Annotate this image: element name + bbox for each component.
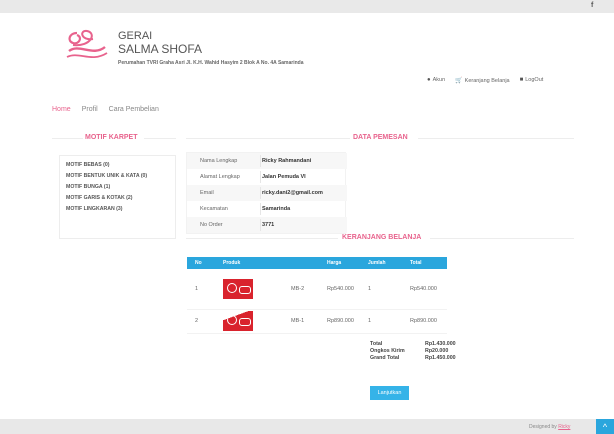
category-item[interactable]: MOTIF GARIS & KOTAK (2) <box>66 193 169 204</box>
main-nav: Home Profil Cara Pembelian <box>52 106 159 113</box>
category-list: MOTIF BEBAS (0) MOTIF BENTUK UNIK & KATA… <box>59 155 176 239</box>
category-item[interactable]: MOTIF BUNGA (1) <box>66 182 169 193</box>
nav-home[interactable]: Home <box>52 106 71 113</box>
brand-line2: SALMA SHOFA <box>118 42 203 56</box>
col-harga: Harga <box>319 257 360 269</box>
footer-credit: Designed by Ricky <box>529 424 571 430</box>
cart-table: No Produk Harga Jumlah Total 1 MB-2 Rp54… <box>187 257 447 334</box>
order-row: No Order 3771 <box>187 217 347 233</box>
facebook-icon[interactable]: f <box>591 2 593 9</box>
category-item[interactable]: MOTIF BEBAS (0) <box>66 160 169 171</box>
order-summary: Total Rp1.430.000 Ongkos Kirim Rp20.000 Gr… <box>370 341 456 361</box>
grand-total-value: Rp1.450.000 <box>425 355 456 361</box>
col-jumlah: Jumlah <box>360 257 402 269</box>
user-icon: ● <box>427 77 431 83</box>
order-details: Nama Lengkap Ricky Rahmandani Alamat Len… <box>186 152 347 234</box>
scroll-top-icon[interactable]: ^ <box>596 419 614 434</box>
continue-button[interactable]: Lanjutkan <box>370 386 409 400</box>
logout-link[interactable]: ■ LogOut <box>520 77 544 84</box>
sidebar-title: MOTIF KARPET <box>85 134 138 141</box>
divider <box>186 138 350 139</box>
table-row: 2 MB-1 Rp890.000 1 Rp890.000 <box>187 309 447 334</box>
nav-profil[interactable]: Profil <box>82 106 98 113</box>
divider <box>430 238 574 239</box>
col-produk: Produk <box>215 257 283 269</box>
cart-icon: 🛒 <box>455 78 463 84</box>
account-link[interactable]: ● Akun <box>427 77 445 84</box>
divider <box>186 238 338 239</box>
store-address: Perumahan TVRI Graha Asri Jl. K.H. Wahid… <box>118 60 304 66</box>
col-no: No <box>187 257 215 269</box>
divider <box>52 138 83 139</box>
order-row: Email ricky.dani2@gmail.com <box>187 185 347 201</box>
divider <box>144 138 176 139</box>
cart-link[interactable]: 🛒 Keranjang Belanja <box>455 77 509 84</box>
total-value: Rp1.430.000 <box>425 341 456 347</box>
table-row: 1 MB-2 Rp540.000 1 Rp540.000 <box>187 269 447 310</box>
nav-cara-pembelian[interactable]: Cara Pembelian <box>109 106 159 113</box>
order-row: Nama Lengkap Ricky Rahmandani <box>187 153 347 169</box>
col-total: Total <box>402 257 447 269</box>
footer: Designed by Ricky <box>0 419 614 434</box>
order-title: DATA PEMESAN <box>353 134 408 141</box>
category-item[interactable]: MOTIF BENTUK UNIK & KATA (0) <box>66 171 169 182</box>
shipping-value: Rp20.000 <box>425 348 449 354</box>
user-nav: ● Akun 🛒 Keranjang Belanja ■ LogOut <box>427 77 543 84</box>
lock-icon: ■ <box>519 77 524 83</box>
order-row: Alamat Lengkap Jalan Pemuda VI <box>187 169 347 185</box>
author-link[interactable]: Ricky <box>558 424 570 430</box>
cart-title: KERANJANG BELANJA <box>342 234 422 241</box>
brand-line1: GERAI <box>118 30 153 42</box>
order-row: Kecamatan Samarinda <box>187 201 347 217</box>
logo[interactable] <box>63 27 109 63</box>
divider <box>418 138 574 139</box>
top-bar: f <box>0 0 614 13</box>
product-image[interactable] <box>223 311 253 331</box>
product-image[interactable] <box>223 278 253 299</box>
category-item[interactable]: MOTIF LINGKARAN (3) <box>66 204 169 215</box>
col-code <box>283 257 319 269</box>
